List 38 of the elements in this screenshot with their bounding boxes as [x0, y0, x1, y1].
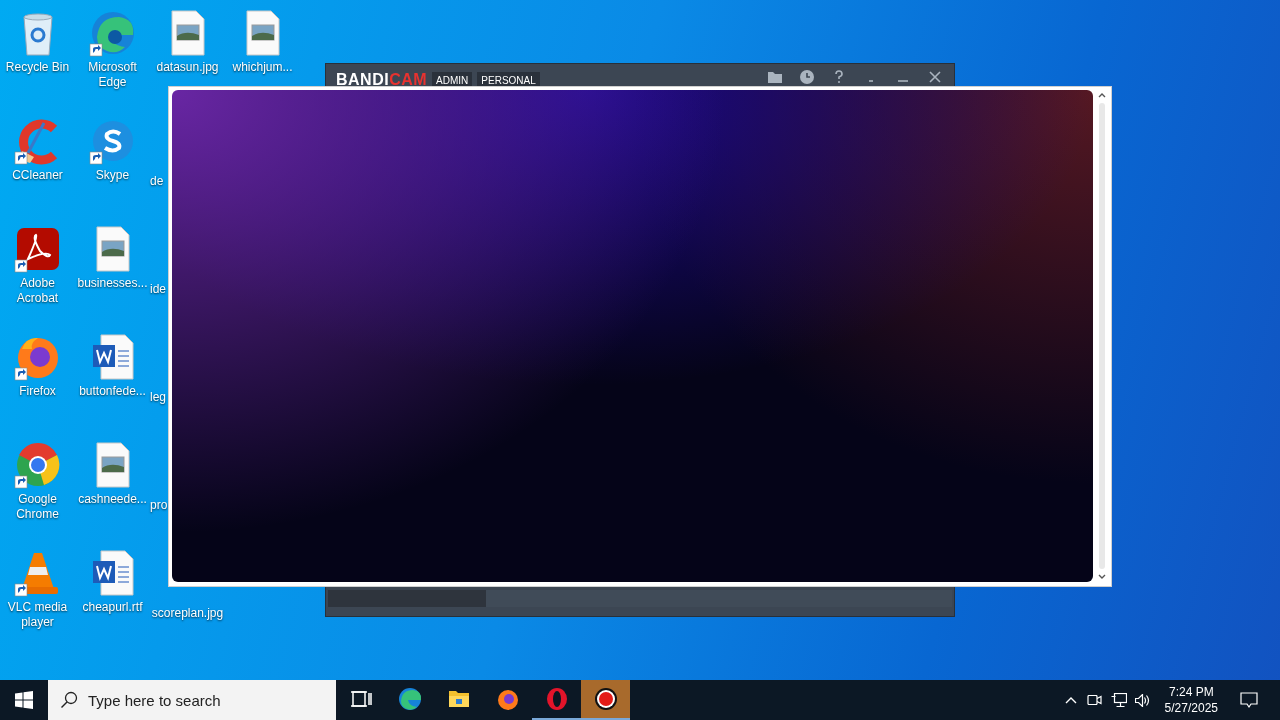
- search-field[interactable]: Type here to search: [48, 680, 336, 720]
- search-icon: [60, 691, 78, 709]
- desktop-icon[interactable]: CCleaner: [0, 113, 75, 183]
- camera-icon: [1087, 695, 1103, 705]
- opera-icon: [544, 687, 569, 711]
- desktop-icon[interactable]: Skype: [75, 113, 150, 183]
- network-icon: [1110, 693, 1127, 707]
- desktop-icon[interactable]: Microsoft Edge: [75, 5, 150, 90]
- desktop-icon[interactable]: cashneede...: [75, 437, 150, 507]
- desktop-icon[interactable]: whichjum...: [225, 5, 300, 75]
- clock-icon[interactable]: [798, 68, 816, 86]
- desktop-icon[interactable]: de: [150, 113, 164, 189]
- taskbar-app[interactable]: [581, 680, 630, 720]
- chevron-up-icon: [1064, 696, 1077, 704]
- pdf-app-icon: [13, 225, 62, 273]
- volume-icon: [1134, 693, 1151, 707]
- desktop-icon[interactable]: Recycle Bin: [0, 5, 75, 75]
- clock-date[interactable]: 5/27/2025: [1164, 700, 1218, 716]
- app-logo: BANDICAM: [336, 72, 428, 88]
- desktop-icon[interactable]: cheapurl.rtf: [75, 545, 150, 615]
- desktop-icon[interactable]: pro: [150, 437, 168, 513]
- desktop-icon[interactable]: Firefox: [0, 329, 75, 399]
- desktop-icon[interactable]: businesses...: [75, 221, 150, 291]
- windows-icon: [15, 691, 33, 709]
- chrome-icon: [13, 441, 62, 489]
- desktop-icon[interactable]: ide: [150, 221, 166, 297]
- desktop-icon[interactable]: buttonfede...: [75, 329, 150, 399]
- browser-icon: [88, 9, 137, 57]
- record-icon: [593, 687, 618, 711]
- notification-icon: [1239, 690, 1259, 710]
- desktop-icon[interactable]: Adobe Acrobat: [0, 221, 75, 306]
- browser-icon: [397, 687, 422, 711]
- clock-time[interactable]: 7:24 PM: [1168, 684, 1214, 700]
- desktop-icon[interactable]: VLC media player: [0, 545, 75, 630]
- desktop-icon[interactable]: Google Chrome: [0, 437, 75, 522]
- firefox-icon: [495, 687, 520, 711]
- desktop-icon[interactable]: datasun.jpg: [150, 5, 225, 75]
- desktop-icon[interactable]: leg: [150, 329, 166, 405]
